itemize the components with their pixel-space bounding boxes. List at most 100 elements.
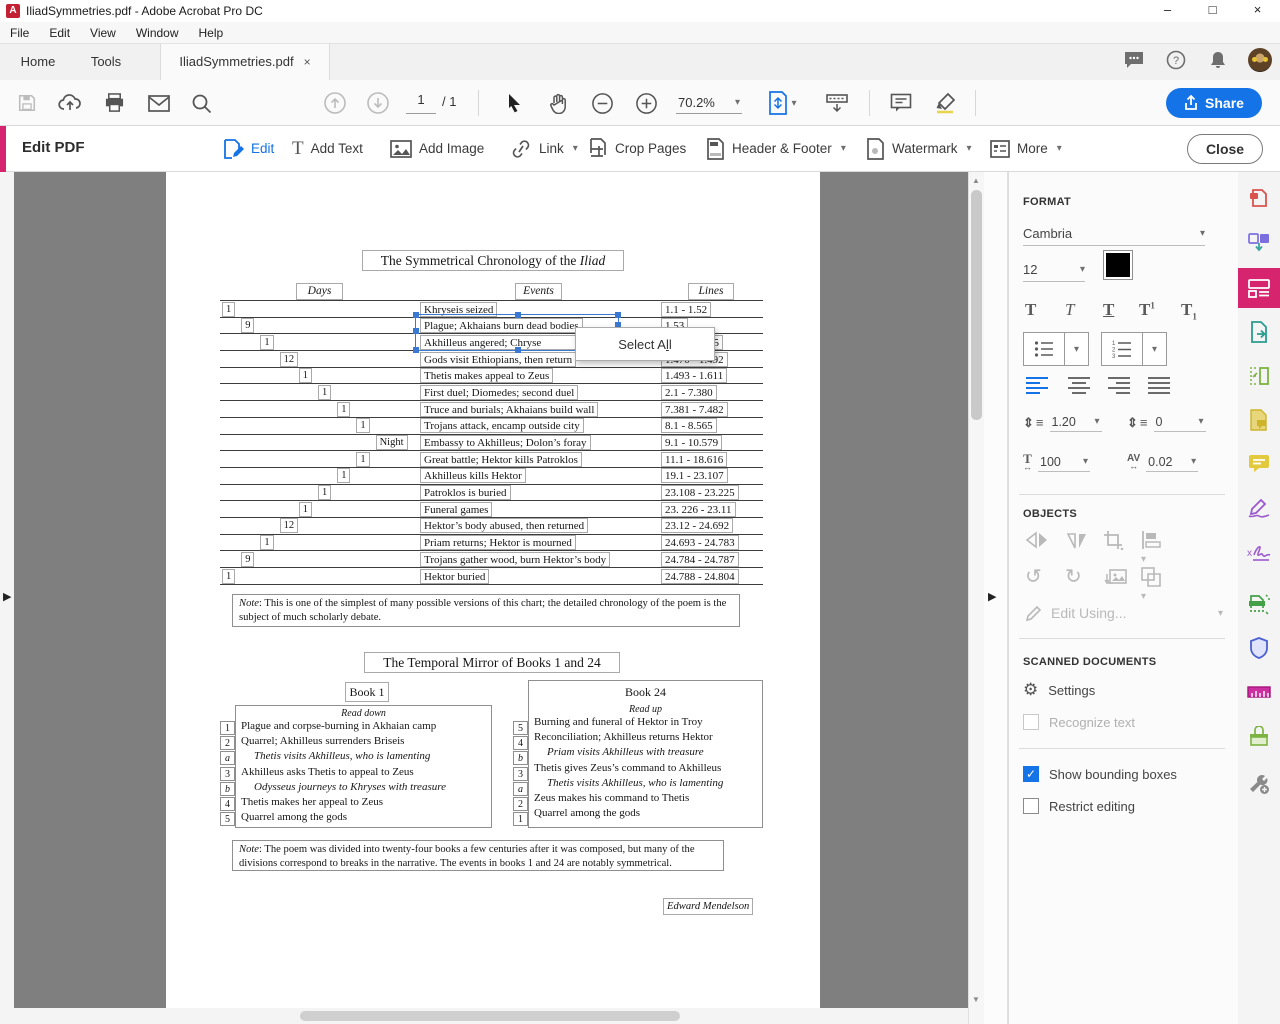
replace-image-icon[interactable] bbox=[1103, 567, 1127, 587]
row-text[interactable]: Burning and funeral of Hektor in Troy bbox=[529, 715, 703, 730]
character-spacing-dropdown[interactable]: 0.02▾ bbox=[1146, 452, 1198, 472]
row-text[interactable]: Quarrel among the gods bbox=[236, 810, 347, 825]
book1-label[interactable]: Book 1 bbox=[345, 682, 389, 702]
horizontal-scrollbar[interactable] bbox=[0, 1008, 968, 1024]
italic-icon[interactable]: T bbox=[1065, 300, 1074, 320]
align-objects-icon[interactable]: ▾ bbox=[1141, 530, 1163, 565]
lines-cell[interactable]: 23.108 - 23.225 bbox=[661, 485, 739, 500]
scroll-down-icon[interactable]: ▼ bbox=[972, 995, 980, 1004]
arrange-objects-icon[interactable]: ▾ bbox=[1141, 567, 1161, 602]
flip-vertical-icon[interactable] bbox=[1025, 530, 1049, 550]
day-cell[interactable]: 1 bbox=[356, 418, 369, 433]
protect-icon[interactable] bbox=[1238, 630, 1280, 666]
add-text-button[interactable]: T Add Text bbox=[292, 126, 363, 171]
day-cell[interactable]: 9 bbox=[241, 552, 254, 567]
align-left-icon[interactable] bbox=[1025, 376, 1049, 394]
share-button[interactable]: Share bbox=[1166, 88, 1262, 118]
fit-page-icon[interactable]: ▾ bbox=[762, 88, 802, 118]
author-signature[interactable]: Edward Mendelson bbox=[663, 898, 753, 915]
align-justify-icon[interactable] bbox=[1147, 376, 1171, 394]
day-cell[interactable]: 1 bbox=[318, 385, 331, 400]
column-header-events[interactable]: Events bbox=[515, 283, 562, 300]
day-cell[interactable]: 1 bbox=[318, 485, 331, 500]
numbered-list-caret[interactable]: ▾ bbox=[1142, 333, 1166, 365]
event-cell[interactable]: Great battle; Hektor kills Patroklos bbox=[420, 452, 582, 467]
watermark-button[interactable]: Watermark▾ bbox=[866, 126, 972, 171]
row-marker[interactable]: 3 bbox=[513, 767, 528, 781]
selection-handle[interactable] bbox=[615, 312, 621, 318]
header-footer-button[interactable]: Header & Footer▾ bbox=[706, 126, 846, 171]
column-header-days[interactable]: Days bbox=[296, 283, 343, 300]
scroll-up-icon[interactable]: ▲ bbox=[972, 176, 980, 185]
day-cell[interactable]: 9 bbox=[241, 318, 254, 333]
select-tool-icon[interactable] bbox=[500, 88, 530, 118]
mirror-title[interactable]: The Temporal Mirror of Books 1 and 24 bbox=[364, 652, 620, 673]
search-icon[interactable] bbox=[186, 88, 216, 118]
event-cell[interactable]: Patroklos is buried bbox=[420, 485, 511, 500]
zoom-in-icon[interactable] bbox=[631, 88, 661, 118]
next-page-icon[interactable] bbox=[363, 88, 393, 118]
lines-cell[interactable]: 8.1 - 8.565 bbox=[661, 418, 717, 433]
horizontal-scale-dropdown[interactable]: 100▾ bbox=[1038, 452, 1090, 472]
organize-pages-icon[interactable] bbox=[1238, 358, 1280, 394]
line-spacing-dropdown[interactable]: 1.20▾ bbox=[1050, 412, 1102, 432]
event-cell[interactable]: Trojans gather wood, burn Hektor’s body bbox=[420, 552, 610, 567]
row-marker[interactable]: b bbox=[220, 782, 235, 796]
horizontal-scroll-thumb[interactable] bbox=[300, 1011, 680, 1021]
row-text[interactable]: Priam visits Akhilleus with treasure bbox=[529, 745, 704, 760]
rotate-left-icon[interactable]: ↺ bbox=[1025, 564, 1042, 589]
row-text[interactable]: Reconciliation; Akhilleus returns Hektor bbox=[529, 730, 713, 745]
selection-handle[interactable] bbox=[413, 328, 419, 334]
row-text[interactable]: Thetis visits Akhilleus, who is lamentin… bbox=[529, 776, 723, 791]
comment-tool-icon[interactable] bbox=[1238, 446, 1280, 482]
book24-subtitle[interactable]: Read up bbox=[529, 704, 762, 715]
zoom-level-dropdown[interactable]: 70.2%▾ bbox=[676, 92, 742, 114]
selection-handle[interactable] bbox=[413, 312, 419, 318]
lines-cell[interactable]: 11.1 - 18.616 bbox=[661, 452, 727, 467]
row-text[interactable]: Odysseus journeys to Khryses with treasu… bbox=[236, 780, 446, 795]
flip-horizontal-icon[interactable] bbox=[1065, 530, 1089, 550]
event-cell[interactable]: Trojans attack, encamp outside city bbox=[420, 418, 584, 433]
page-number-input[interactable]: 1 bbox=[406, 92, 436, 114]
row-marker[interactable]: 1 bbox=[220, 721, 235, 735]
menu-window[interactable]: Window bbox=[126, 26, 189, 40]
day-cell[interactable]: 12 bbox=[280, 352, 299, 367]
font-color-swatch[interactable] bbox=[1103, 250, 1133, 280]
paragraph-spacing-dropdown[interactable]: 0▾ bbox=[1154, 412, 1206, 432]
lines-cell[interactable]: 19.1 - 23.107 bbox=[661, 468, 728, 483]
row-marker[interactable]: 2 bbox=[220, 736, 235, 750]
row-marker[interactable]: 3 bbox=[220, 767, 235, 781]
left-panel-expander-icon[interactable]: ▶ bbox=[3, 590, 11, 603]
row-marker[interactable]: 4 bbox=[513, 736, 528, 750]
restrict-editing-checkbox[interactable]: Restrict editing bbox=[1023, 798, 1135, 814]
row-text[interactable]: Quarrel; Akhilleus surrenders Briseis bbox=[236, 734, 404, 749]
menu-edit[interactable]: Edit bbox=[39, 26, 80, 40]
row-text[interactable]: Thetis gives Zeus’s command to Akhilleus bbox=[529, 761, 721, 776]
lines-cell[interactable]: 1.1 - 1.52 bbox=[661, 302, 711, 317]
selection-handle[interactable] bbox=[413, 347, 419, 353]
maximize-button[interactable]: □ bbox=[1190, 0, 1235, 22]
minimize-button[interactable]: – bbox=[1145, 0, 1190, 22]
underline-icon[interactable]: T bbox=[1103, 300, 1114, 320]
lines-cell[interactable]: 23. 226 - 23.11 bbox=[661, 502, 736, 517]
day-cell[interactable]: 1 bbox=[222, 569, 235, 584]
chronology-title[interactable]: The Symmetrical Chronology of the Iliad bbox=[362, 250, 624, 271]
row-marker[interactable]: 5 bbox=[513, 721, 528, 735]
highlighter-icon[interactable] bbox=[930, 88, 960, 118]
email-icon[interactable] bbox=[144, 88, 174, 118]
edit-using-button[interactable]: Edit Using... ▾ bbox=[1025, 604, 1223, 622]
align-right-icon[interactable] bbox=[1107, 376, 1131, 394]
edit-mode-button[interactable]: Edit bbox=[222, 126, 274, 171]
event-cell[interactable]: Funeral games bbox=[420, 502, 492, 517]
stamp-icon[interactable] bbox=[1238, 718, 1280, 754]
day-cell[interactable]: 1 bbox=[260, 535, 273, 550]
measure-icon[interactable] bbox=[1238, 674, 1280, 710]
day-cell[interactable]: 12 bbox=[280, 518, 299, 533]
right-panel-expander-icon[interactable]: ▶ bbox=[988, 590, 996, 603]
link-button[interactable]: Link▾ bbox=[510, 126, 578, 171]
chronology-note[interactable]: Note: This is one of the simplest of man… bbox=[232, 594, 740, 627]
row-marker[interactable]: 1 bbox=[513, 812, 528, 826]
row-marker[interactable]: 2 bbox=[513, 797, 528, 811]
lines-cell[interactable]: 24.788 - 24.804 bbox=[661, 569, 739, 584]
tab-document[interactable]: IliadSymmetries.pdf× bbox=[160, 44, 330, 80]
